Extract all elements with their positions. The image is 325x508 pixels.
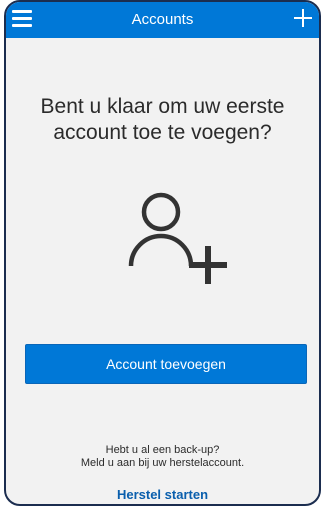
add-account-button[interactable]: Account toevoegen (25, 344, 307, 384)
plus-icon[interactable] (292, 7, 314, 29)
phone-frame: Accounts Bent u klaar om uw eerste accou… (4, 0, 321, 506)
page-title: Accounts (131, 11, 194, 28)
app-header: Accounts (6, 2, 319, 38)
backup-note: Hebt u al een back-up? Meld u aan bij uw… (16, 444, 309, 470)
backup-hint: Meld u aan bij uw herstelaccount. (80, 457, 245, 469)
hamburger-menu-icon[interactable] (12, 8, 34, 30)
add-person-icon (128, 192, 227, 284)
start-restore-link[interactable]: Herstel starten (6, 487, 319, 502)
backup-question: Hebt u al een back-up? (105, 444, 220, 456)
heading-line-1: Bent u klaar om uw eerste (40, 95, 285, 118)
heading-line-2: account toe te voegen? (53, 121, 272, 144)
welcome-heading: Bent u klaar om uw eerste account toe te… (16, 94, 309, 146)
